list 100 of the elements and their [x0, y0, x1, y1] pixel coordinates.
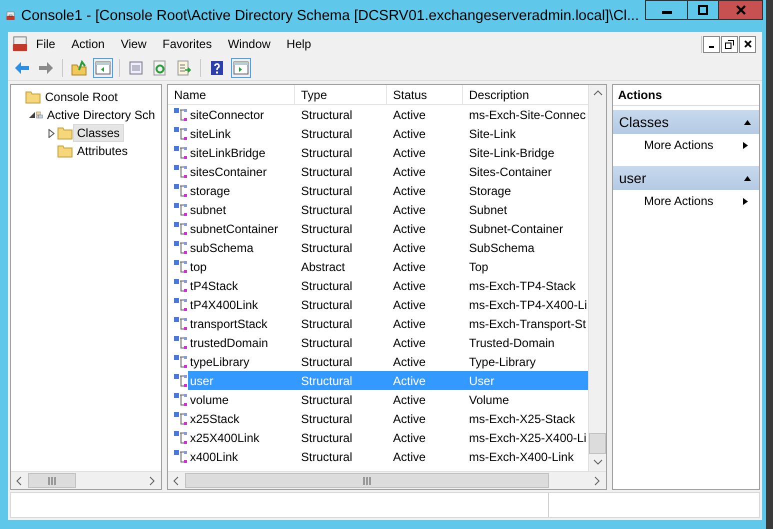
table-cell[interactable]: sitesContainer [188, 162, 295, 181]
table-cell-text: Site-Link [468, 126, 517, 142]
table-cell-text: Structural [300, 316, 354, 332]
table-cell-text: Active [392, 106, 427, 124]
grip-icon [363, 476, 372, 484]
action-item[interactable]: More Actions [613, 190, 759, 212]
class-icon [174, 316, 188, 330]
tree-item[interactable]: Attributes [73, 142, 132, 160]
tree-pane-icon[interactable] [93, 58, 113, 78]
table-cell[interactable]: siteConnector [188, 105, 295, 124]
action-item[interactable]: More Actions [613, 134, 759, 156]
expand-arrow-icon[interactable] [48, 128, 54, 138]
horizontal-scrollbar[interactable] [168, 471, 606, 489]
table-cell-text: Trusted-Domain [468, 334, 556, 352]
scroll-thumb[interactable] [589, 433, 606, 454]
folder-icon [25, 90, 41, 104]
actions-title: Actions [613, 85, 759, 106]
class-icon [174, 278, 188, 292]
table-cell-text: Active [392, 296, 427, 314]
horizontal-scrollbar[interactable] [11, 471, 161, 489]
menu-item[interactable]: Help [278, 37, 320, 51]
collapse-arrow-icon[interactable] [29, 112, 36, 118]
action-section-header[interactable]: Classes [613, 110, 759, 134]
class-icon [174, 374, 188, 388]
table-cell[interactable]: subSchema [188, 238, 295, 257]
table-cell-text: Structural [300, 164, 354, 180]
table-cell: Active [387, 371, 463, 390]
tree-item[interactable]: Console Root [41, 88, 122, 106]
table-cell[interactable]: subnetContainer [188, 219, 295, 238]
table-cell-text: Sites-Container [468, 164, 553, 180]
table-cell[interactable]: x25Stack [188, 409, 295, 428]
minimize-button[interactable] [645, 0, 688, 20]
table-cell[interactable]: subnet [188, 200, 295, 219]
class-icon [174, 240, 188, 254]
tree-item[interactable]: Classes [73, 124, 124, 142]
tree-item[interactable]: Active Directory Sch [42, 106, 159, 124]
submenu-arrow-icon [742, 198, 749, 204]
table-cell-text: Active [392, 448, 427, 466]
table-cell[interactable]: tP4X400Link [188, 295, 295, 314]
table-cell-text: SubSchema [468, 240, 536, 256]
table-cell-text: Structural [300, 278, 354, 294]
table-cell-text: Active [392, 334, 427, 352]
table-cell-text: Active [392, 354, 427, 370]
table-cell[interactable]: top [188, 257, 295, 276]
class-icon [174, 126, 188, 140]
console-app-icon[interactable] [12, 36, 28, 52]
column-header[interactable]: Status [387, 85, 463, 105]
table-cell-text: Type-Library [468, 354, 537, 370]
table-cell[interactable]: x400Link [188, 447, 295, 466]
table-cell-text: Structural [300, 448, 354, 466]
class-icon [174, 298, 188, 312]
column-header[interactable]: Type [295, 85, 387, 105]
table-cell[interactable]: transportStack [188, 314, 295, 333]
table-cell[interactable]: siteLink [188, 124, 295, 143]
menu-item[interactable]: View [112, 37, 154, 51]
table-cell-text: Active [392, 410, 427, 428]
menu-item[interactable]: Action [63, 37, 113, 51]
table-cell[interactable]: trustedDomain [188, 333, 295, 352]
class-icon [174, 260, 188, 274]
window-title: Console1 - [Console Root\Active Directory Schema [DCSRV01.exchangeserveradmin.local]\Cl... [21, 8, 639, 24]
collapse-icon [744, 118, 751, 126]
table-cell-text: Site-Link-Bridge [468, 144, 556, 162]
menu-item[interactable]: Window [220, 37, 279, 51]
table-cell[interactable]: siteLinkBridge [188, 143, 295, 162]
column-header[interactable]: Name [168, 85, 295, 105]
scroll-left-icon [172, 476, 182, 486]
table-cell-text: ms-Exch-X400-Link [468, 448, 575, 466]
class-icon [174, 202, 188, 216]
table-cell-text: Active [392, 220, 427, 238]
table-cell[interactable]: tP4Stack [188, 276, 295, 295]
menu-item[interactable]: Favorites [154, 37, 220, 51]
table-cell-text: Active [392, 164, 427, 180]
folder-up-icon[interactable] [69, 58, 89, 78]
class-icon [174, 164, 188, 178]
maximize-button[interactable] [688, 0, 719, 20]
vertical-scrollbar[interactable] [588, 85, 606, 471]
table-cell[interactable]: storage [188, 181, 295, 200]
class-icon [174, 430, 188, 444]
table-cell-text: Abstract [300, 258, 346, 276]
minimize-button[interactable] [703, 36, 720, 52]
close-button[interactable] [739, 36, 756, 52]
table-cell-text: Structural [300, 296, 354, 314]
table-cell-text: Active [392, 144, 427, 162]
restore-button[interactable] [721, 36, 738, 52]
table-cell[interactable]: x25X400Link [188, 428, 295, 447]
close-icon [736, 5, 746, 15]
class-icon [174, 184, 188, 198]
scroll-right-icon [148, 476, 158, 486]
action-pane-icon[interactable] [231, 58, 251, 78]
folder-icon [57, 126, 73, 140]
table-cell[interactable]: typeLibrary [188, 352, 295, 371]
table-cell-text: Structural [300, 202, 354, 218]
menu-item[interactable]: File [28, 37, 64, 51]
action-section-header[interactable]: user [613, 166, 759, 190]
class-icon [174, 336, 188, 350]
table-cell-text: Active [392, 278, 427, 294]
table-cell-text: Structural [300, 220, 354, 238]
grip-icon [48, 476, 56, 484]
table-cell[interactable]: volume [188, 390, 295, 409]
table-cell-text: Active [392, 202, 427, 218]
